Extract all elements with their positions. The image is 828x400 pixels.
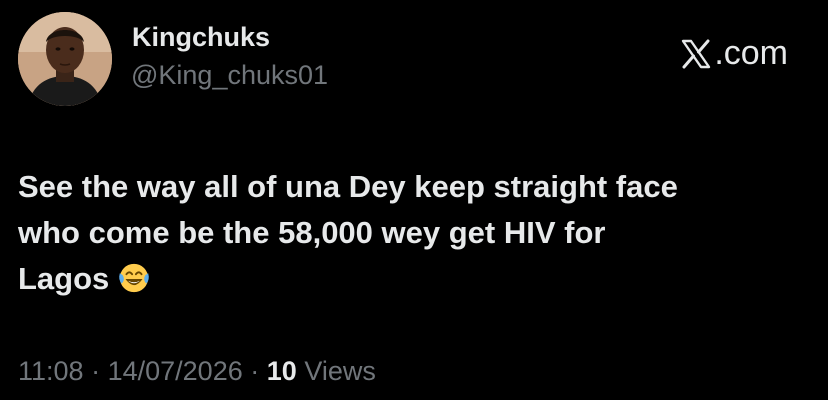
- author-handle[interactable]: @King_chuks01: [131, 60, 328, 91]
- tweet-time[interactable]: 11:08: [18, 356, 84, 386]
- x-logo-icon: [682, 39, 711, 68]
- tweet-text: See the way all of una Dey keep straight…: [18, 164, 808, 302]
- face-with-tears-of-joy-icon: [119, 263, 150, 293]
- source-logo[interactable]: .com: [680, 34, 788, 73]
- views-label: Views: [304, 356, 376, 386]
- tweet-text-line: See the way all of una Dey keep straight…: [18, 169, 678, 204]
- tweet-text-line-last: Lagos: [18, 261, 110, 296]
- tweet-text-line: who come be the 58,000 wey get HIV for: [18, 215, 606, 250]
- tweet-text-line: Lagos: [18, 256, 808, 302]
- tweet-meta: 11:08 · 14/07/2026 · 10 Views: [18, 356, 376, 387]
- profile-photo: [18, 12, 112, 106]
- meta-separator: ·: [91, 356, 101, 386]
- views-count: 10: [266, 356, 297, 386]
- avatar[interactable]: [18, 12, 112, 106]
- author-display-name[interactable]: Kingchuks: [132, 22, 270, 53]
- source-domain-suffix: .com: [714, 34, 788, 72]
- meta-separator: ·: [250, 356, 260, 386]
- tweet-date[interactable]: 14/07/2026: [108, 356, 243, 386]
